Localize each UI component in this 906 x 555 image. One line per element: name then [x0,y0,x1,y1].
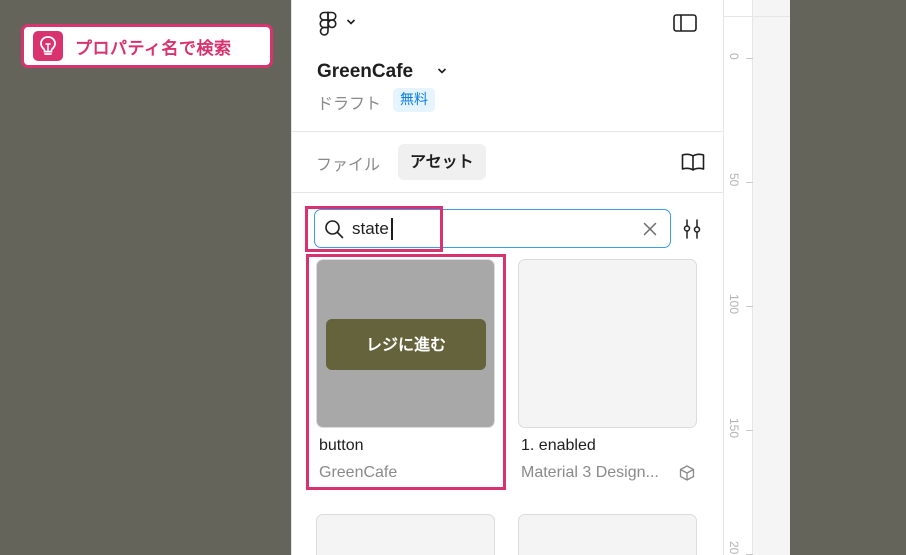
lightbulb-icon [33,31,63,61]
ruler-label: 50 [727,173,741,187]
figma-logo-icon[interactable] [318,11,338,37]
panel-topbar [292,0,723,48]
asset-source: Material 3 Design... [521,464,659,481]
ruler-label: 100 [727,294,741,315]
close-icon[interactable] [642,221,658,237]
filter-settings-icon[interactable] [681,218,703,240]
tab-file[interactable]: ファイル [316,151,380,175]
ruler-label: 0 [727,53,741,60]
asset-thumbnail[interactable] [518,514,697,555]
tab-assets[interactable]: アセット [398,144,486,180]
book-icon[interactable] [680,151,706,173]
canvas-area[interactable] [753,0,790,555]
chevron-down-icon[interactable] [436,66,448,76]
vertical-ruler: 0 50 100 150 200 [723,0,754,555]
asset-thumbnail[interactable] [518,259,697,428]
assets-panel: GreenCafe ドラフト 無料 ファイル アセット state レジに進む [291,0,723,555]
divider [292,192,723,193]
asset-highlight [306,254,506,490]
divider [292,131,723,132]
project-name[interactable]: GreenCafe [317,61,413,83]
ruler-label: 200 [727,541,741,555]
project-status: ドラフト [317,94,382,113]
asset-name: 1. enabled [521,437,596,454]
ruler-label: 150 [727,418,741,439]
chevron-down-icon[interactable] [345,17,357,27]
search-highlight [305,206,443,252]
plan-badge[interactable]: 無料 [393,88,435,112]
tip-badge: プロパティ名で検索 [21,24,273,68]
sidebar-toggle-icon[interactable] [672,12,698,34]
community-library-icon [679,465,695,481]
tip-text: プロパティ名で検索 [75,38,232,59]
asset-thumbnail[interactable] [316,514,495,555]
